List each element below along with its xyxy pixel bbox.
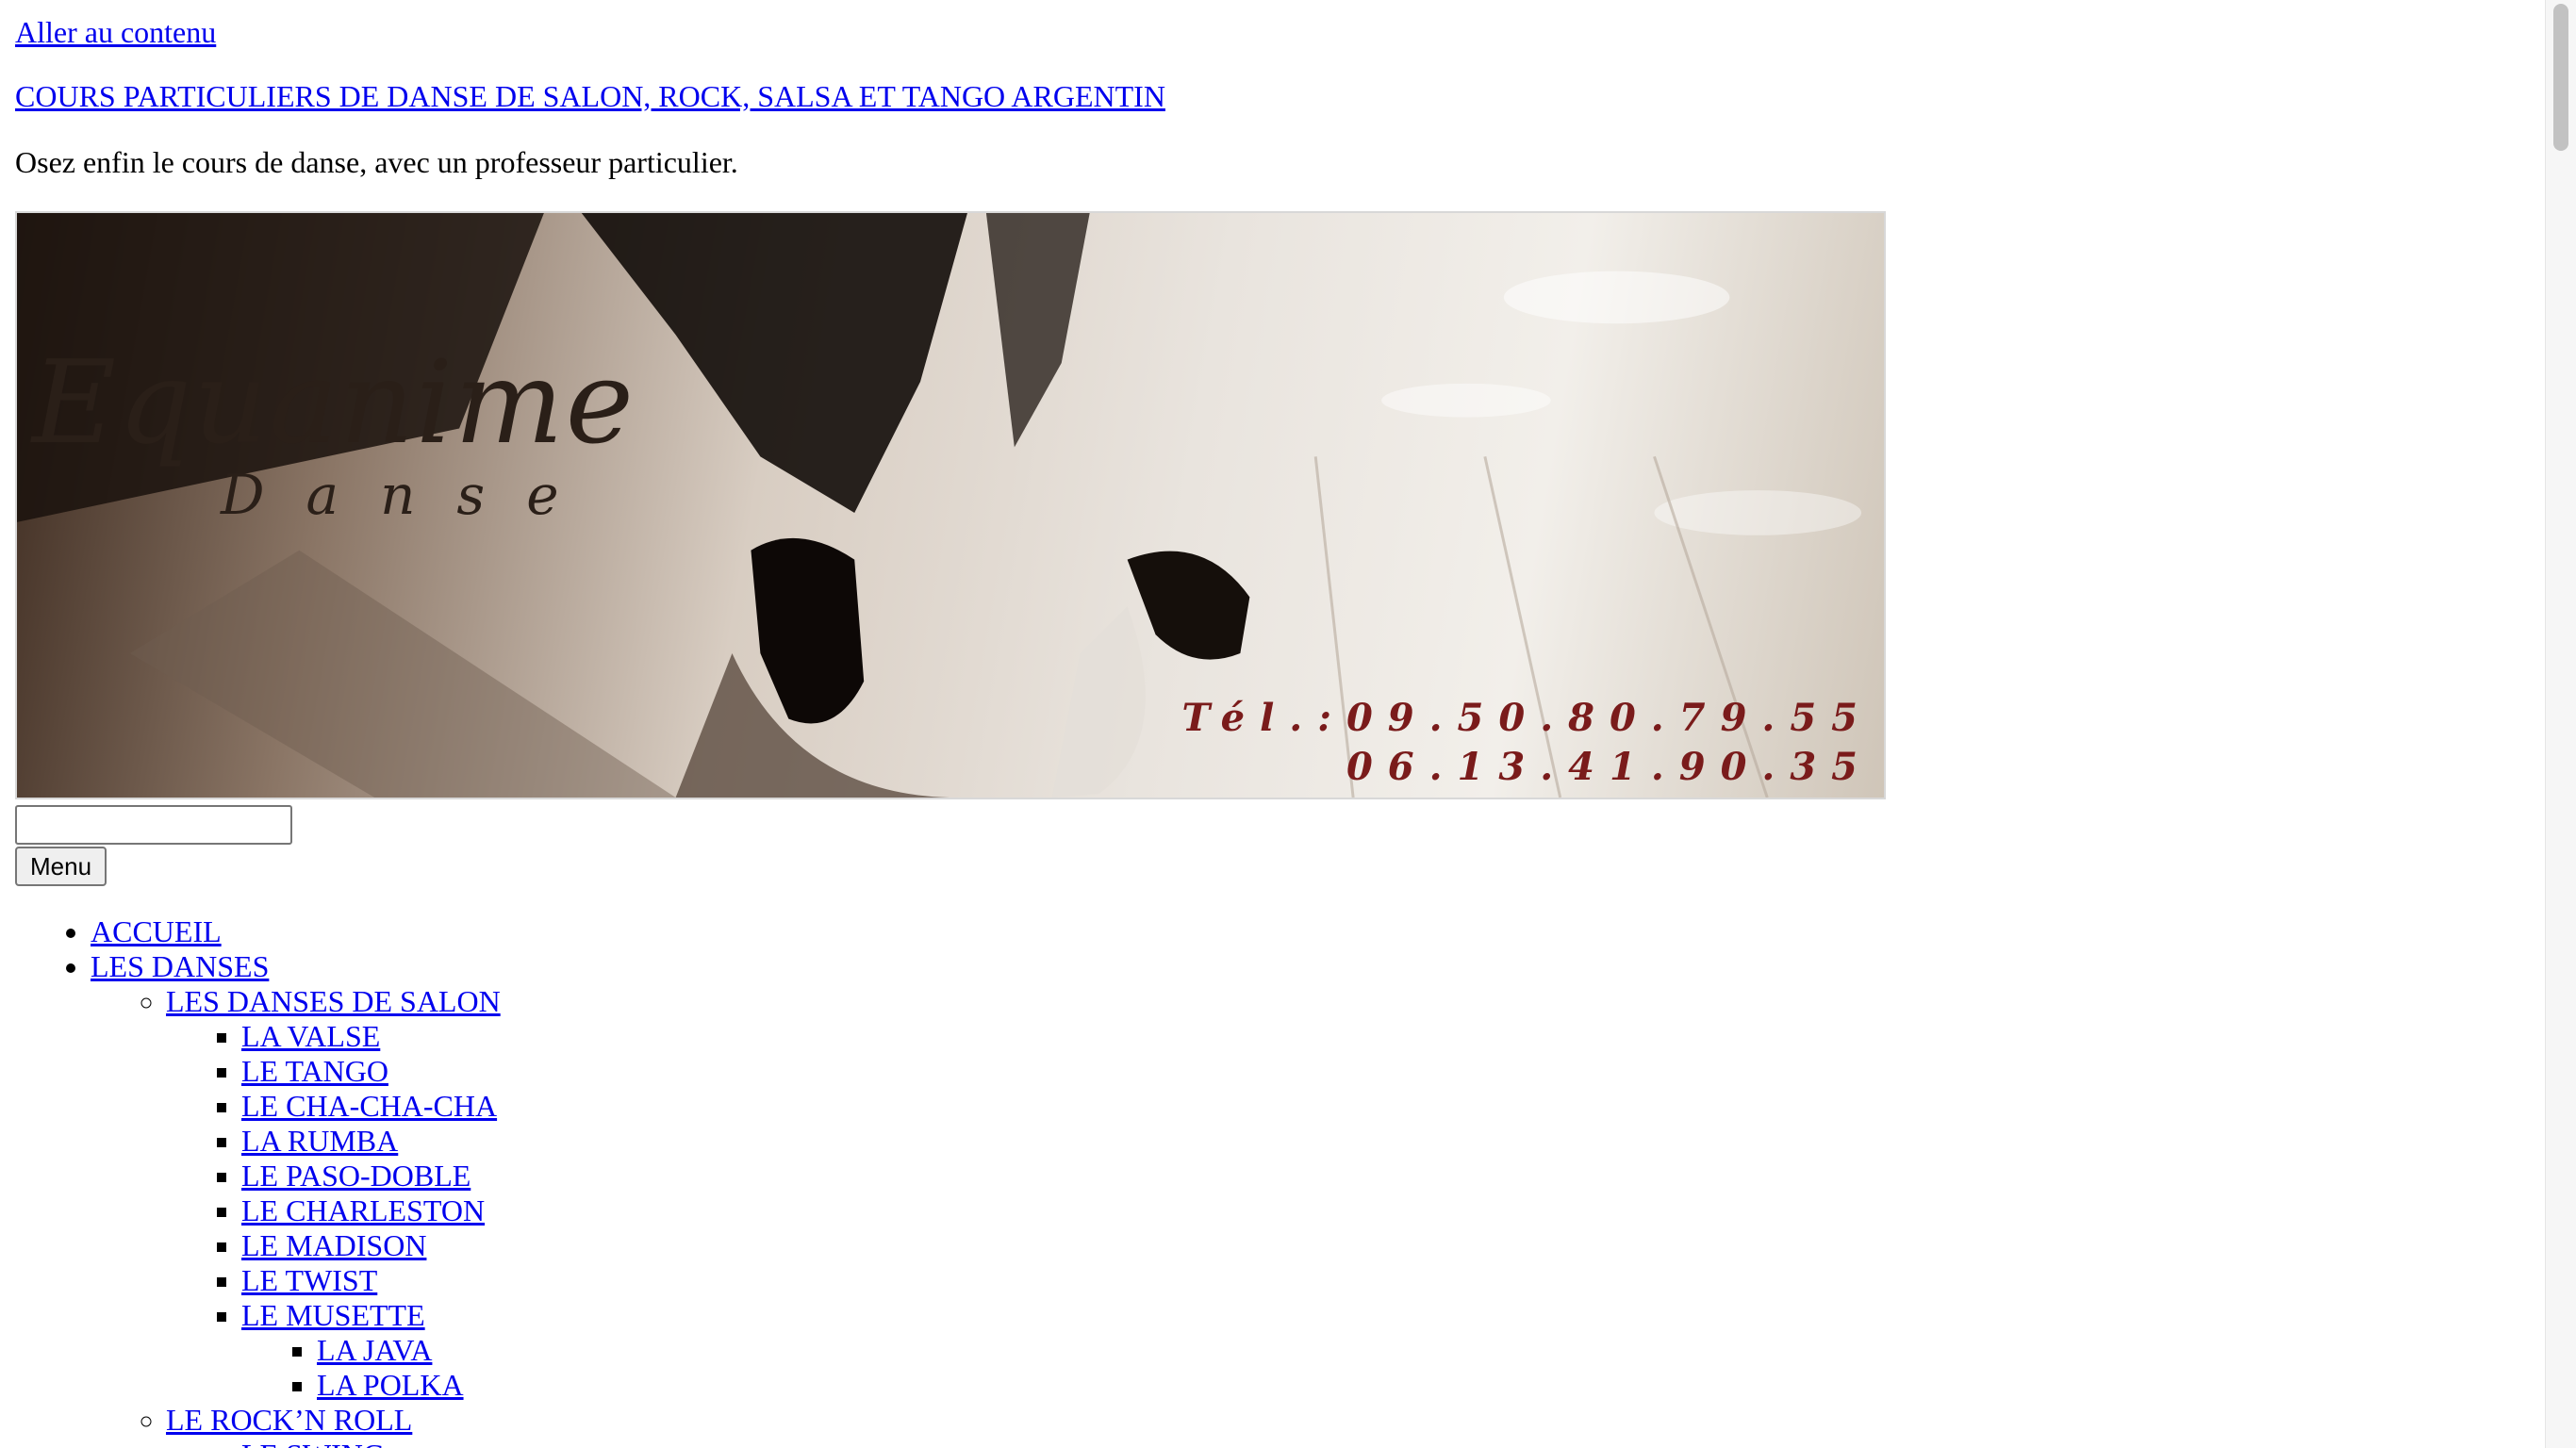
nav-list: ACCUEIL LES DANSES LES DANSES DE SALON L… [15, 914, 1524, 1448]
nav-link-la-valse[interactable]: LA VALSE [241, 1019, 380, 1053]
banner-logo-main: Equanime [32, 336, 636, 469]
nav-link-danses-de-salon[interactable]: LES DANSES DE SALON [166, 984, 501, 1019]
nav-link-la-java[interactable]: LA JAVA [317, 1333, 432, 1367]
nav-item-le-swing: LE SWING [241, 1438, 1524, 1448]
banner-phone-line-2: 06.13.41.90.35 [1346, 745, 1873, 789]
nav-item-le-cha-cha-cha: LE CHA-CHA-CHA [241, 1089, 1524, 1124]
submenu-le-rock-n-roll: LE SWING [166, 1438, 1524, 1448]
nav-link-la-rumba[interactable]: LA RUMBA [241, 1124, 398, 1158]
nav-item-la-java: LA JAVA [317, 1333, 1524, 1368]
nav-link-le-tango[interactable]: LE TANGO [241, 1054, 388, 1088]
nav-link-le-musette[interactable]: LE MUSETTE [241, 1298, 425, 1333]
nav-item-danses-de-salon: LES DANSES DE SALON LA VALSE LE TANGO LE… [166, 984, 1524, 1403]
nav-item-accueil: ACCUEIL [91, 914, 1524, 949]
nav-item-la-rumba: LA RUMBA [241, 1124, 1524, 1159]
menu-toggle-button[interactable]: Menu [15, 847, 107, 886]
nav-item-le-rock-n-roll: LE ROCK’N ROLL LE SWING [166, 1403, 1524, 1448]
site-title: COURS PARTICULIERS DE DANSE DE SALON, RO… [15, 79, 1165, 114]
nav-link-le-madison[interactable]: LE MADISON [241, 1228, 426, 1262]
submenu-le-musette: LA JAVA LA POLKA [241, 1333, 1524, 1403]
nav-link-le-twist[interactable]: LE TWIST [241, 1263, 377, 1297]
nav-link-les-danses[interactable]: LES DANSES [91, 949, 269, 984]
nav-item-les-danses: LES DANSES LES DANSES DE SALON LA VALSE … [91, 949, 1524, 1448]
banner-phone-numbers: Tél.:09.50.80.79.55 06.13.41.90.35 [1181, 694, 1873, 792]
page-scrollbar[interactable] [2545, 0, 2576, 1448]
nav-item-le-tango: LE TANGO [241, 1054, 1524, 1089]
nav-link-accueil[interactable]: ACCUEIL [91, 914, 222, 948]
scrollbar-thumb[interactable] [2553, 4, 2568, 151]
submenu-les-danses: LES DANSES DE SALON LA VALSE LE TANGO LE… [91, 984, 1524, 1448]
skip-to-content-link[interactable]: Aller au contenu [15, 15, 216, 50]
submenu-danses-de-salon: LA VALSE LE TANGO LE CHA-CHA-CHA LA RUMB… [166, 1019, 1524, 1403]
nav-link-le-cha-cha-cha[interactable]: LE CHA-CHA-CHA [241, 1089, 497, 1123]
nav-item-le-twist: LE TWIST [241, 1263, 1524, 1298]
nav-item-la-polka: LA POLKA [317, 1368, 1524, 1403]
banner-logo-sub: Danse [221, 463, 601, 527]
nav-item-le-madison: LE MADISON [241, 1228, 1524, 1263]
page: Aller au contenu COURS PARTICULIERS DE D… [15, 0, 2523, 1448]
header-banner-image: Equanime Danse Tél.:09.50.80.79.55 06.13… [15, 211, 1886, 799]
nav-item-le-paso-doble: LE PASO-DOBLE [241, 1159, 1524, 1193]
search-input[interactable] [15, 805, 292, 845]
nav-item-le-charleston: LE CHARLESTON [241, 1193, 1524, 1228]
nav-item-la-valse: LA VALSE [241, 1019, 1524, 1054]
site-tagline: Osez enfin le cours de danse, avec un pr… [15, 145, 738, 179]
nav-link-le-paso-doble[interactable]: LE PASO-DOBLE [241, 1159, 471, 1193]
nav-link-le-rock-n-roll[interactable]: LE ROCK’N ROLL [166, 1403, 412, 1438]
site-title-link[interactable]: COURS PARTICULIERS DE DANSE DE SALON, RO… [15, 79, 1165, 113]
banner-logo: Equanime Danse [32, 345, 636, 527]
nav-link-la-polka[interactable]: LA POLKA [317, 1368, 464, 1402]
nav-link-le-charleston[interactable]: LE CHARLESTON [241, 1193, 485, 1227]
main-navigation: ACCUEIL LES DANSES LES DANSES DE SALON L… [15, 914, 1524, 1448]
nav-link-le-swing[interactable]: LE SWING [241, 1438, 385, 1448]
banner-phone-line-1: Tél.:09.50.80.79.55 [1181, 696, 1873, 740]
nav-item-le-musette: LE MUSETTE LA JAVA LA POLKA [241, 1298, 1524, 1403]
